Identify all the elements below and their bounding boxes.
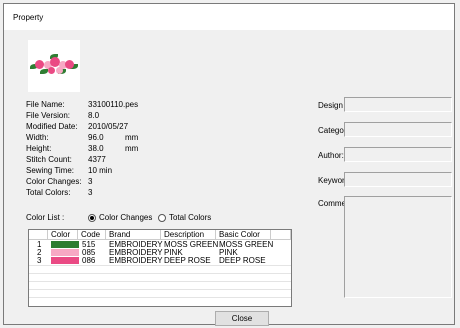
- stitch-count-label: Stitch Count:: [26, 155, 72, 164]
- color-changes-label: Color Changes:: [26, 177, 82, 186]
- keywords-field[interactable]: [344, 172, 452, 187]
- column-header-basic-color[interactable]: Basic Color: [216, 230, 271, 240]
- column-header-color[interactable]: Color: [48, 230, 78, 240]
- close-button[interactable]: Close: [215, 311, 269, 326]
- sewing-time-label: Sewing Time:: [26, 166, 75, 175]
- color-changes-radio[interactable]: [88, 214, 96, 222]
- design-thumbnail: [28, 40, 80, 92]
- row-divider: [29, 297, 291, 298]
- radio-selected-dot: [90, 216, 94, 220]
- thread-brand: EMBROIDERY: [109, 256, 163, 265]
- rose-shape: [56, 67, 63, 74]
- total-colors-value: 3: [88, 188, 93, 197]
- thread-description: DEEP ROSE: [164, 256, 211, 265]
- total-colors-radio[interactable]: [158, 214, 166, 222]
- column-header-filler: [271, 230, 291, 240]
- width-unit: mm: [125, 133, 139, 142]
- column-header-brand[interactable]: Brand: [106, 230, 161, 240]
- modified-date-label: Modified Date:: [26, 122, 78, 131]
- file-version-value: 8.0: [88, 111, 100, 120]
- width-label: Width:: [26, 133, 49, 142]
- row-divider: [29, 273, 291, 274]
- author-label: Author:: [318, 151, 344, 160]
- color-changes-option-label[interactable]: Color Changes: [99, 213, 152, 222]
- rose-shape: [35, 60, 44, 69]
- width-value: 96.0: [88, 133, 104, 142]
- column-header-code[interactable]: Code: [78, 230, 106, 240]
- color-swatch: [51, 241, 79, 248]
- category-field[interactable]: [344, 122, 452, 137]
- row-divider: [29, 281, 291, 282]
- height-value: 38.0: [88, 144, 104, 153]
- table-row[interactable]: 3 086 EMBROIDERY DEEP ROSE DEEP ROSE: [29, 257, 291, 265]
- color-swatch: [51, 249, 79, 256]
- property-dialog: Property File Name: 33100110.pes File Ve…: [3, 3, 455, 326]
- author-field[interactable]: [344, 147, 452, 162]
- row-divider: [29, 289, 291, 290]
- file-version-label: File Version:: [26, 111, 71, 120]
- height-unit: mm: [125, 144, 139, 153]
- design-name-field[interactable]: [344, 97, 452, 112]
- column-header-index: [29, 230, 48, 240]
- window-title: Property: [13, 13, 44, 22]
- rose-shape: [48, 67, 55, 74]
- row-index: 3: [37, 256, 42, 265]
- total-colors-option-label[interactable]: Total Colors: [169, 213, 211, 222]
- thread-code: 086: [82, 256, 96, 265]
- color-list-label: Color List :: [26, 213, 65, 222]
- comment-field[interactable]: [344, 196, 452, 298]
- stitch-count-value: 4377: [88, 155, 106, 164]
- color-swatch: [51, 257, 79, 264]
- modified-date-value: 2010/05/27: [88, 122, 129, 131]
- sewing-time-value: 10 min: [88, 166, 113, 175]
- leaf-shape: [40, 69, 48, 74]
- total-colors-label: Total Colors:: [26, 188, 71, 197]
- color-changes-value: 3: [88, 177, 93, 186]
- file-name-label: File Name:: [26, 100, 65, 109]
- height-label: Height:: [26, 144, 52, 153]
- rose-shape: [65, 60, 74, 69]
- color-table[interactable]: Color Code Brand Description Basic Color…: [28, 229, 292, 307]
- file-name-value: 33100110.pes: [88, 100, 139, 109]
- title-bar: Property: [4, 4, 454, 30]
- row-divider: [29, 265, 291, 266]
- thread-basic-color: DEEP ROSE: [219, 256, 266, 265]
- column-header-description[interactable]: Description: [161, 230, 216, 240]
